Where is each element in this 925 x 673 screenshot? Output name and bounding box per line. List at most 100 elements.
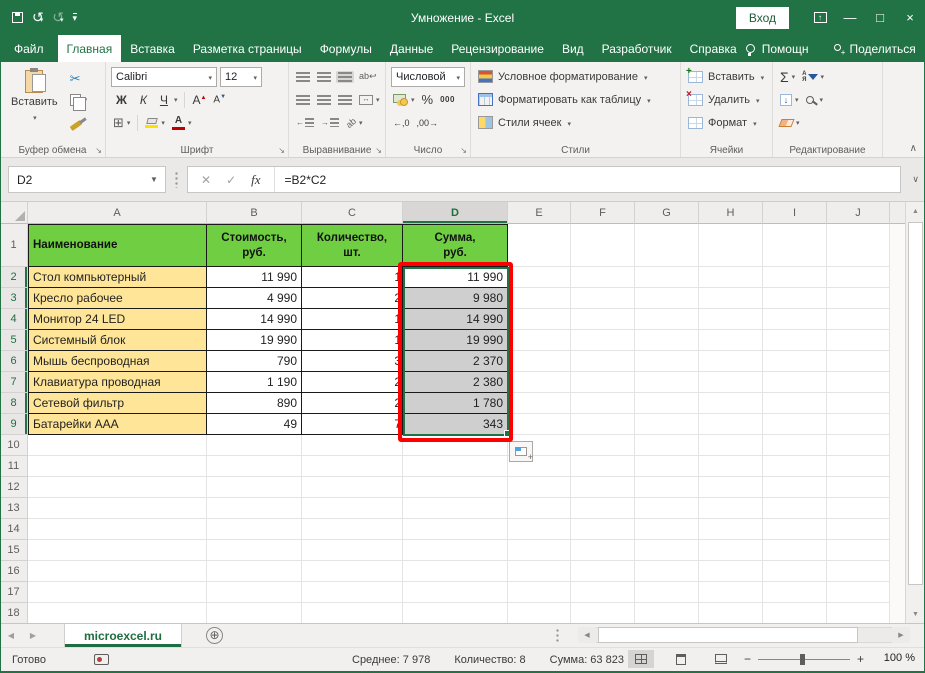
- zoom-slider-thumb[interactable]: [800, 654, 805, 665]
- fill-handle[interactable]: [504, 430, 511, 437]
- cell-C16[interactable]: [302, 561, 403, 582]
- page-break-view-button[interactable]: [708, 650, 734, 668]
- cell-J11[interactable]: [827, 456, 890, 477]
- tab-рецензирование[interactable]: Рецензирование: [442, 35, 553, 62]
- macro-record-icon[interactable]: [94, 654, 109, 665]
- row-header-15[interactable]: 15: [0, 540, 28, 561]
- cell-I17[interactable]: [763, 582, 827, 603]
- font-family-combo[interactable]: Calibri: [111, 67, 217, 87]
- cell-D17[interactable]: [403, 582, 508, 603]
- cell-H15[interactable]: [699, 540, 763, 561]
- close-button[interactable]: ×: [895, 0, 925, 35]
- cell-F13[interactable]: [571, 498, 635, 519]
- column-header-C[interactable]: C: [302, 202, 403, 224]
- format-cells-button[interactable]: Формат: [686, 112, 767, 133]
- cell-D14[interactable]: [403, 519, 508, 540]
- cell-C11[interactable]: [302, 456, 403, 477]
- cell-I4[interactable]: [763, 309, 827, 330]
- cell-A8[interactable]: Сетевой фильтр: [28, 393, 207, 414]
- row-header-9[interactable]: 9: [0, 414, 28, 435]
- save-icon[interactable]: [12, 12, 23, 23]
- cell-G11[interactable]: [635, 456, 699, 477]
- cell-F18[interactable]: [571, 603, 635, 624]
- cell-J1[interactable]: [827, 224, 890, 267]
- cell-D8[interactable]: 1 780: [403, 393, 508, 414]
- vertical-scroll-thumb[interactable]: [908, 222, 923, 585]
- cell-F2[interactable]: [571, 267, 635, 288]
- cell-H8[interactable]: [699, 393, 763, 414]
- zoom-slider[interactable]: [758, 659, 850, 660]
- formula-input[interactable]: =B2*C2: [275, 173, 327, 187]
- shrink-font-button[interactable]: А▼: [211, 93, 228, 106]
- cell-A6[interactable]: Мышь беспроводная: [28, 351, 207, 372]
- redo-button[interactable]: ↺▾: [52, 9, 63, 27]
- cell-H16[interactable]: [699, 561, 763, 582]
- cell-G18[interactable]: [635, 603, 699, 624]
- cell-J9[interactable]: [827, 414, 890, 435]
- formula-bar-grip[interactable]: [175, 171, 178, 188]
- sign-in-button[interactable]: Вход: [736, 7, 789, 29]
- cell-C12[interactable]: [302, 477, 403, 498]
- find-select-button[interactable]: [804, 95, 826, 105]
- cell-I5[interactable]: [763, 330, 827, 351]
- cell-A18[interactable]: [28, 603, 207, 624]
- autofill-options-button[interactable]: [509, 441, 533, 462]
- cell-G15[interactable]: [635, 540, 699, 561]
- cell-D9[interactable]: 343: [403, 414, 508, 435]
- sheet-nav-left-icon[interactable]: ◀: [0, 624, 22, 647]
- row-header-12[interactable]: 12: [0, 477, 28, 498]
- cell-A17[interactable]: [28, 582, 207, 603]
- row-header-3[interactable]: 3: [0, 288, 28, 309]
- paste-button[interactable]: Вставить: [5, 66, 64, 141]
- tab-file[interactable]: Файл: [0, 35, 58, 62]
- cell-G10[interactable]: [635, 435, 699, 456]
- cell-E3[interactable]: [508, 288, 571, 309]
- cell-E6[interactable]: [508, 351, 571, 372]
- scroll-right-arrow[interactable]: ▶: [892, 627, 910, 643]
- cell-C17[interactable]: [302, 582, 403, 603]
- column-header-F[interactable]: F: [571, 202, 635, 224]
- cell-F3[interactable]: [571, 288, 635, 309]
- cell-C18[interactable]: [302, 603, 403, 624]
- clipboard-dialog-launcher[interactable]: [95, 147, 102, 155]
- cell-H13[interactable]: [699, 498, 763, 519]
- row-header-1[interactable]: 1: [0, 224, 28, 267]
- cell-H6[interactable]: [699, 351, 763, 372]
- cell-B15[interactable]: [207, 540, 302, 561]
- cell-E15[interactable]: [508, 540, 571, 561]
- cell-D3[interactable]: 9 980: [403, 288, 508, 309]
- cell-G6[interactable]: [635, 351, 699, 372]
- cell-J16[interactable]: [827, 561, 890, 582]
- autosum-button[interactable]: Σ: [778, 69, 797, 85]
- accounting-format-button[interactable]: [391, 93, 417, 107]
- cell-F12[interactable]: [571, 477, 635, 498]
- cell-J18[interactable]: [827, 603, 890, 624]
- cell-I3[interactable]: [763, 288, 827, 309]
- name-box-dropdown[interactable]: ▼: [143, 167, 165, 192]
- insert-function-icon[interactable]: fx: [251, 172, 260, 188]
- grow-font-button[interactable]: А▲: [190, 92, 208, 108]
- cell-H7[interactable]: [699, 372, 763, 393]
- cell-G8[interactable]: [635, 393, 699, 414]
- cell-D7[interactable]: 2 380: [403, 372, 508, 393]
- cell-H11[interactable]: [699, 456, 763, 477]
- cell-C9[interactable]: 7: [302, 414, 403, 435]
- tab-вид[interactable]: Вид: [553, 35, 593, 62]
- decrease-indent-button[interactable]: ←: [294, 117, 316, 128]
- cell-E4[interactable]: [508, 309, 571, 330]
- cell-H10[interactable]: [699, 435, 763, 456]
- cell-E5[interactable]: [508, 330, 571, 351]
- cell-D15[interactable]: [403, 540, 508, 561]
- cell-F14[interactable]: [571, 519, 635, 540]
- font-dialog-launcher[interactable]: [278, 147, 285, 155]
- cell-E2[interactable]: [508, 267, 571, 288]
- cell-E13[interactable]: [508, 498, 571, 519]
- cell-E7[interactable]: [508, 372, 571, 393]
- cell-G4[interactable]: [635, 309, 699, 330]
- cell-C2[interactable]: 1: [302, 267, 403, 288]
- cell-G2[interactable]: [635, 267, 699, 288]
- cell-J5[interactable]: [827, 330, 890, 351]
- cell-G12[interactable]: [635, 477, 699, 498]
- cell-D13[interactable]: [403, 498, 508, 519]
- cell-J17[interactable]: [827, 582, 890, 603]
